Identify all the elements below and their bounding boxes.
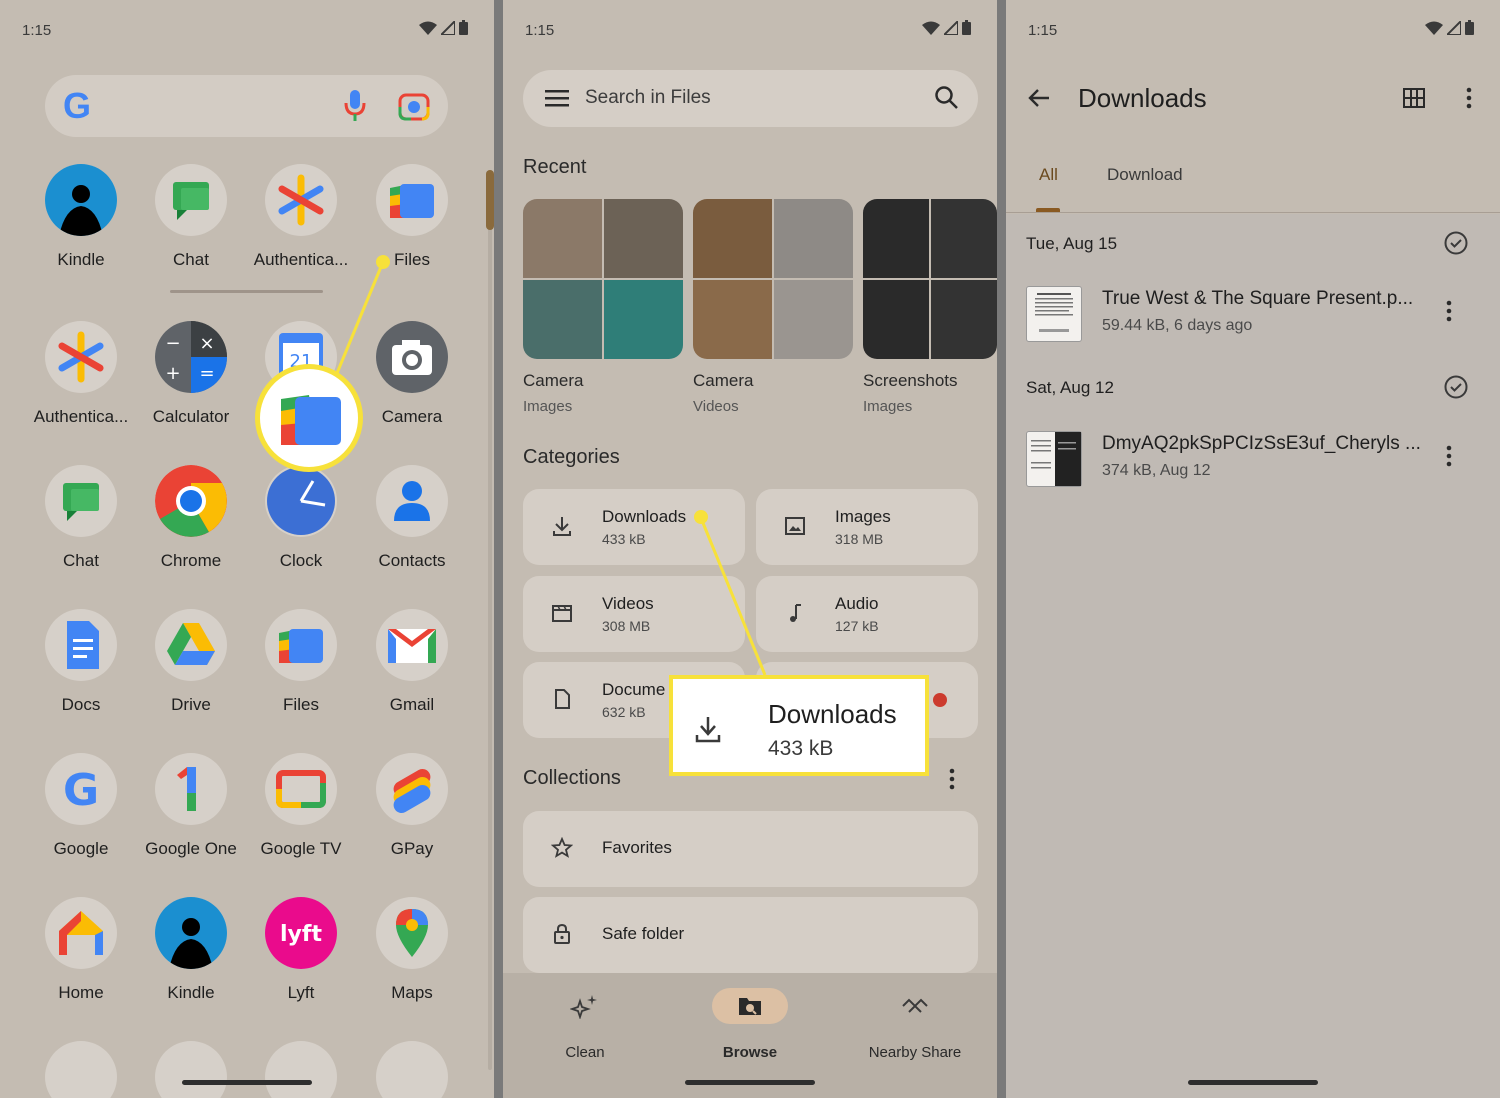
callout-line — [699, 517, 767, 676]
downloads-list: Tue, Aug 15 True West & The Square Prese… — [1006, 214, 1500, 1098]
date-header: Sat, Aug 12 — [1026, 378, 1114, 397]
files-callout-magnifier — [255, 364, 363, 472]
file-row[interactable]: True West & The Square Present.p... 59.4… — [1006, 282, 1500, 352]
status-time: 1:15 — [1028, 22, 1058, 39]
pdf-thumbnail — [1026, 286, 1082, 342]
callout-size: 433 kB — [768, 737, 834, 760]
gesture-bar — [182, 1080, 312, 1085]
tab-download[interactable]: Download — [1107, 165, 1183, 185]
select-all-check-icon[interactable] — [1444, 375, 1468, 399]
callout-dot — [694, 510, 708, 524]
select-all-check-icon[interactable] — [1444, 231, 1468, 255]
callout-dot — [376, 255, 390, 269]
gesture-bar — [685, 1080, 815, 1085]
grid-view-icon[interactable] — [1403, 88, 1425, 108]
downloads-callout-magnifier: Downloads 433 kB — [669, 675, 929, 776]
document-preview-icon — [1031, 432, 1081, 486]
document-preview-icon — [1035, 293, 1073, 332]
callout-line — [333, 261, 385, 379]
app-drawer-panel: 1:15 G Kindle Chat Authentica... Files Authe… — [0, 0, 494, 1098]
file-meta: 59.44 kB, 6 days ago — [1102, 317, 1253, 334]
more-vert-icon[interactable] — [1466, 87, 1472, 109]
files-icon — [281, 395, 341, 445]
date-header: Tue, Aug 15 — [1026, 234, 1118, 253]
tab-indicator — [1036, 208, 1060, 212]
files-browse-panel: 1:15 Search in Files Recent Camera Image… — [503, 0, 997, 1098]
filter-tabs: All Download — [1006, 150, 1500, 213]
page-title: Downloads — [1078, 83, 1207, 113]
signal-icon — [1447, 20, 1461, 35]
callout-name: Downloads — [768, 699, 897, 729]
tab-all[interactable]: All — [1039, 165, 1058, 185]
status-icons — [1425, 20, 1474, 35]
file-meta: 374 kB, Aug 12 — [1102, 462, 1211, 479]
downloads-panel: 1:15 Downloads All Download Tue, Aug 15 … — [1006, 0, 1500, 1098]
back-arrow-icon[interactable] — [1028, 88, 1050, 108]
status-bar: 1:15 — [1006, 20, 1500, 42]
more-vert-icon[interactable] — [1446, 300, 1452, 322]
top-app-bar: Downloads — [1006, 60, 1500, 136]
download-icon — [695, 717, 721, 743]
wifi-icon — [1425, 21, 1443, 35]
gesture-bar — [1188, 1080, 1318, 1085]
battery-icon — [1465, 20, 1474, 35]
file-name: True West & The Square Present.p... — [1102, 288, 1414, 309]
file-row[interactable]: DmyAQ2pkSpPCIzSsE3uf_Cheryls ... 374 kB,… — [1006, 427, 1500, 497]
file-name: DmyAQ2pkSpPCIzSsE3uf_Cheryls ... — [1102, 433, 1421, 454]
file-thumbnail — [1026, 431, 1082, 487]
more-vert-icon[interactable] — [1446, 445, 1452, 467]
